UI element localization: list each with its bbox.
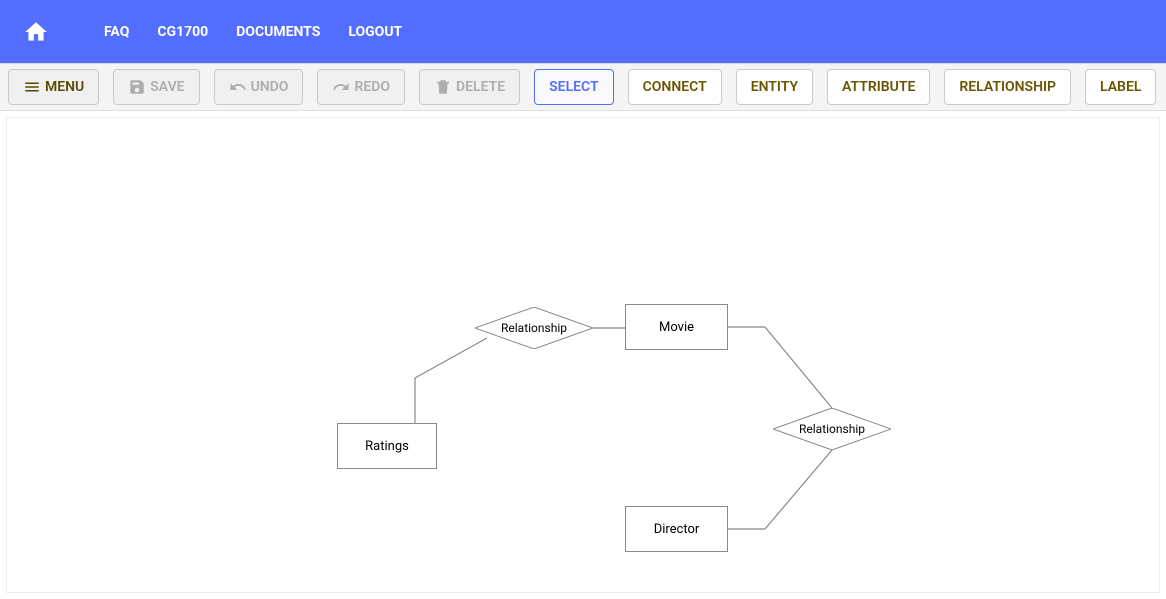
- nav-documents[interactable]: DOCUMENTS: [236, 24, 320, 40]
- connect-button[interactable]: CONNECT: [628, 69, 722, 105]
- relationship-r1-label: Relationship: [475, 307, 593, 349]
- attribute-label: ATTRIBUTE: [842, 79, 915, 95]
- entity-ratings[interactable]: Ratings: [337, 423, 437, 469]
- label-button[interactable]: LABEL: [1085, 69, 1156, 105]
- entity-movie[interactable]: Movie: [625, 304, 728, 350]
- entity-button[interactable]: ENTITY: [736, 69, 813, 105]
- nav-logout[interactable]: LOGOUT: [348, 24, 402, 40]
- entity-ratings-label: Ratings: [365, 439, 409, 454]
- save-button: SAVE: [113, 69, 199, 105]
- relationship-r2-label: Relationship: [773, 408, 891, 450]
- undo-label: UNDO: [251, 79, 289, 95]
- entity-movie-label: Movie: [659, 320, 694, 335]
- undo-icon: [229, 78, 247, 96]
- entity-director-label: Director: [654, 522, 700, 537]
- undo-button: UNDO: [214, 69, 304, 105]
- lines-layer: [7, 118, 1159, 592]
- label-label: LABEL: [1100, 79, 1141, 95]
- entity-label: ENTITY: [751, 79, 798, 95]
- relationship-r2[interactable]: Relationship: [773, 408, 891, 450]
- select-button[interactable]: SELECT: [534, 69, 613, 105]
- save-icon: [128, 78, 146, 96]
- header-bar: FAQ CG1700 DOCUMENTS LOGOUT: [0, 0, 1166, 63]
- attribute-button[interactable]: ATTRIBUTE: [827, 69, 930, 105]
- save-label: SAVE: [150, 79, 184, 95]
- menu-label: MENU: [45, 79, 84, 95]
- redo-button: REDO: [317, 69, 405, 105]
- relationship-r1[interactable]: Relationship: [475, 307, 593, 349]
- home-icon[interactable]: [20, 19, 52, 45]
- menu-button[interactable]: MENU: [8, 69, 99, 105]
- diagram-canvas[interactable]: Ratings Movie Director Relationship Rela…: [6, 117, 1160, 593]
- menu-icon: [23, 78, 41, 96]
- redo-icon: [332, 78, 350, 96]
- delete-label: DELETE: [456, 79, 505, 95]
- entity-director[interactable]: Director: [625, 506, 728, 552]
- nav-code[interactable]: CG1700: [157, 24, 208, 40]
- trash-icon: [434, 78, 452, 96]
- nav-links: FAQ CG1700 DOCUMENTS LOGOUT: [104, 24, 402, 40]
- redo-label: REDO: [354, 79, 390, 95]
- select-label: SELECT: [549, 79, 598, 95]
- delete-button: DELETE: [419, 69, 520, 105]
- connect-label: CONNECT: [643, 79, 707, 95]
- nav-faq[interactable]: FAQ: [104, 24, 129, 40]
- relationship-label: RELATIONSHIP: [959, 79, 1056, 95]
- toolbar: MENU SAVE UNDO REDO DELETE SELECT CONNEC…: [0, 63, 1166, 111]
- relationship-button[interactable]: RELATIONSHIP: [944, 69, 1071, 105]
